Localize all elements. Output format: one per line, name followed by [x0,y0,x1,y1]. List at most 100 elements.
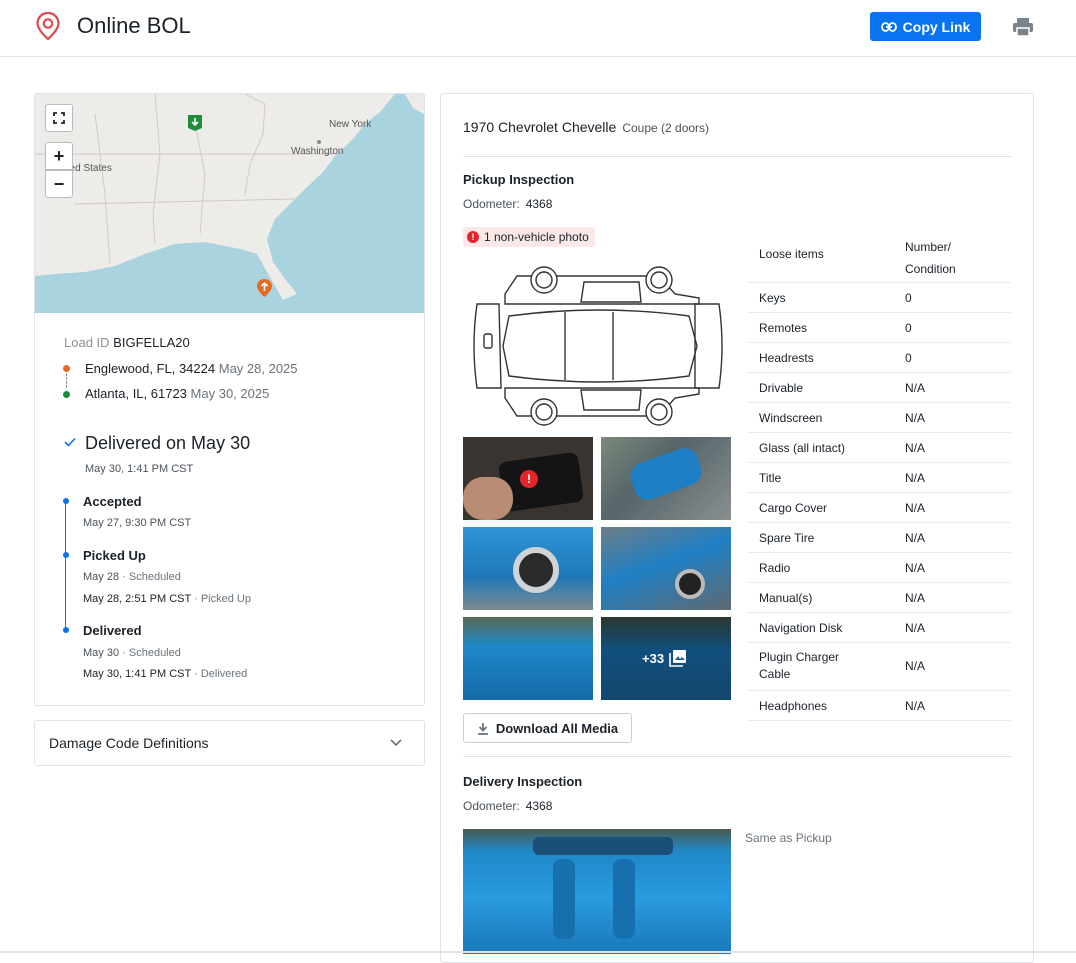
loose-item-name: Keys [759,291,786,305]
loose-item-name: Windscreen [759,411,823,425]
loose-item-name: Cargo Cover [759,501,828,515]
route-map[interactable]: New York Washington nited States + − [35,94,424,313]
download-icon [477,722,488,735]
actual-note: Delivered [200,668,248,680]
zoom-in-button[interactable]: + [45,142,73,170]
timeline-picked-up-actual: May 28, 2:51 PM CST · Picked Up [83,593,251,605]
delivery-odometer: Odometer: 4368 [463,799,552,813]
load-id-label: Load ID [64,335,110,350]
destination-date: May 30, 2025 [190,386,270,401]
loose-items-header-item: Loose items [759,247,824,261]
divider [463,756,1013,757]
loose-item-value: 0 [905,321,912,335]
loose-item-row: Headrests 0 [747,343,1011,373]
pickup-photo-4[interactable] [601,527,731,610]
timeline-dot-accepted [63,498,69,504]
loose-items-table: Loose items Number/ Condition Keys 0 Remot… [747,230,1011,721]
odometer-label: Odometer: [463,197,520,211]
load-id: Load ID BIGFELLA20 [64,335,190,350]
loose-item-row: Navigation Disk N/A [747,613,1011,643]
loose-item-row: Headphones N/A [747,691,1011,721]
pickup-photo-5[interactable] [463,617,593,700]
loose-items-rows: Keys 0 Remotes 0 Headrests 0 Drivable N/A Windsc… [747,283,1011,721]
gallery-icon [669,650,686,667]
loose-item-value: 0 [905,351,912,365]
loose-items-header: Loose items Number/ Condition [747,230,1011,283]
damage-code-accordion[interactable]: Damage Code Definitions [34,720,425,766]
load-summary-card: New York Washington nited States + − Loa… [34,93,425,706]
inspection-card: 1970 Chevrolet Chevelle Coupe (2 doors) P… [440,93,1034,963]
loose-item-value: N/A [905,621,926,635]
loose-items-header-value: Number/ Condition [905,240,956,276]
loose-item-name: Radio [759,561,791,575]
loose-item-name: Navigation Disk [759,621,843,635]
loose-item-row: Title N/A [747,463,1011,493]
vehicle-title: 1970 Chevrolet Chevelle Coupe (2 doors) [463,119,709,135]
loose-item-row: Cargo Cover N/A [747,493,1011,523]
loose-item-row: Remotes 0 [747,313,1011,343]
loose-item-value: 0 [905,291,912,305]
odometer-value: 4368 [525,197,553,211]
warning-text: 1 non-vehicle photo [484,230,589,244]
loose-item-value: N/A [905,561,926,575]
zoom-out-button[interactable]: − [45,170,73,198]
load-id-value: BIGFELLA20 [113,335,190,350]
pickup-photo-1[interactable]: ! [463,437,593,520]
origin-date: May 28, 2025 [218,361,298,376]
loose-item-row: Radio N/A [747,553,1011,583]
pickup-photo-6-more[interactable]: +33 [601,617,731,700]
loose-item-row: Keys 0 [747,283,1011,313]
loose-item-name: Spare Tire [759,531,815,545]
download-all-media-button[interactable]: Download All Media [463,713,632,743]
more-photos-count: +33 [642,651,665,666]
loose-item-row: Plugin Charger Cable N/A [747,643,1011,691]
timeline-delivered-actual: May 30, 1:41 PM CST · Delivered [83,668,248,680]
divider [463,156,1013,157]
loose-item-name: Headphones [759,699,828,713]
loose-item-name: Title [759,471,782,485]
vehicle-damage-diagram[interactable] [469,264,725,428]
timeline-delivered-scheduled: May 30 · Scheduled [83,647,181,659]
damage-code-label: Damage Code Definitions [49,735,209,751]
loose-item-value: N/A [905,471,926,485]
origin-stop: Englewood, FL, 34224 May 28, 2025 [85,361,298,376]
check-icon [64,437,76,447]
loose-item-name: Drivable [759,381,804,395]
error-icon: ! [467,231,479,243]
top-bar: Online BOL Copy Link [0,0,1076,57]
pickup-photo-3[interactable] [463,527,593,610]
loose-item-value: N/A [905,411,926,425]
loose-item-value: N/A [905,591,926,605]
scheduled-note: Scheduled [128,647,181,659]
timeline-line [65,502,66,630]
error-icon: ! [520,470,538,488]
actual-date: May 30, 1:41 PM CST [83,668,192,680]
timeline-dot-picked-up [63,552,69,558]
timeline-picked-up-label: Picked Up [83,548,146,563]
loose-item-row: Spare Tire N/A [747,523,1011,553]
app-title: Online BOL [77,13,191,38]
pickup-photo-2[interactable] [601,437,731,520]
print-icon[interactable] [1012,16,1034,38]
loose-item-row: Manual(s) N/A [747,583,1011,613]
delivery-marker-icon[interactable] [187,114,203,132]
loose-item-name: Plugin Charger Cable [759,650,840,681]
destination-place: Atlanta, IL, 61723 [85,386,187,401]
map-label-washington: Washington [291,146,344,157]
scheduled-date: May 28 [83,571,120,583]
fullscreen-icon [53,112,65,124]
loose-item-value: N/A [905,531,926,545]
route-connector [66,373,67,388]
origin-place: Englewood, FL, 34224 [85,361,216,376]
delivery-photo[interactable] [463,829,731,954]
timeline-delivered-label: Delivered [83,623,142,638]
non-vehicle-photo-warning[interactable]: ! 1 non-vehicle photo [463,227,595,247]
loose-item-name: Remotes [759,321,808,335]
fullscreen-button[interactable] [45,104,73,132]
scheduled-date: May 30 [83,647,120,659]
loose-item-name: Manual(s) [759,591,813,605]
copy-link-button[interactable]: Copy Link [870,12,981,41]
delivery-inspection-title: Delivery Inspection [463,774,583,789]
pickup-marker-icon[interactable] [256,278,273,298]
scheduled-note: Scheduled [128,571,181,583]
